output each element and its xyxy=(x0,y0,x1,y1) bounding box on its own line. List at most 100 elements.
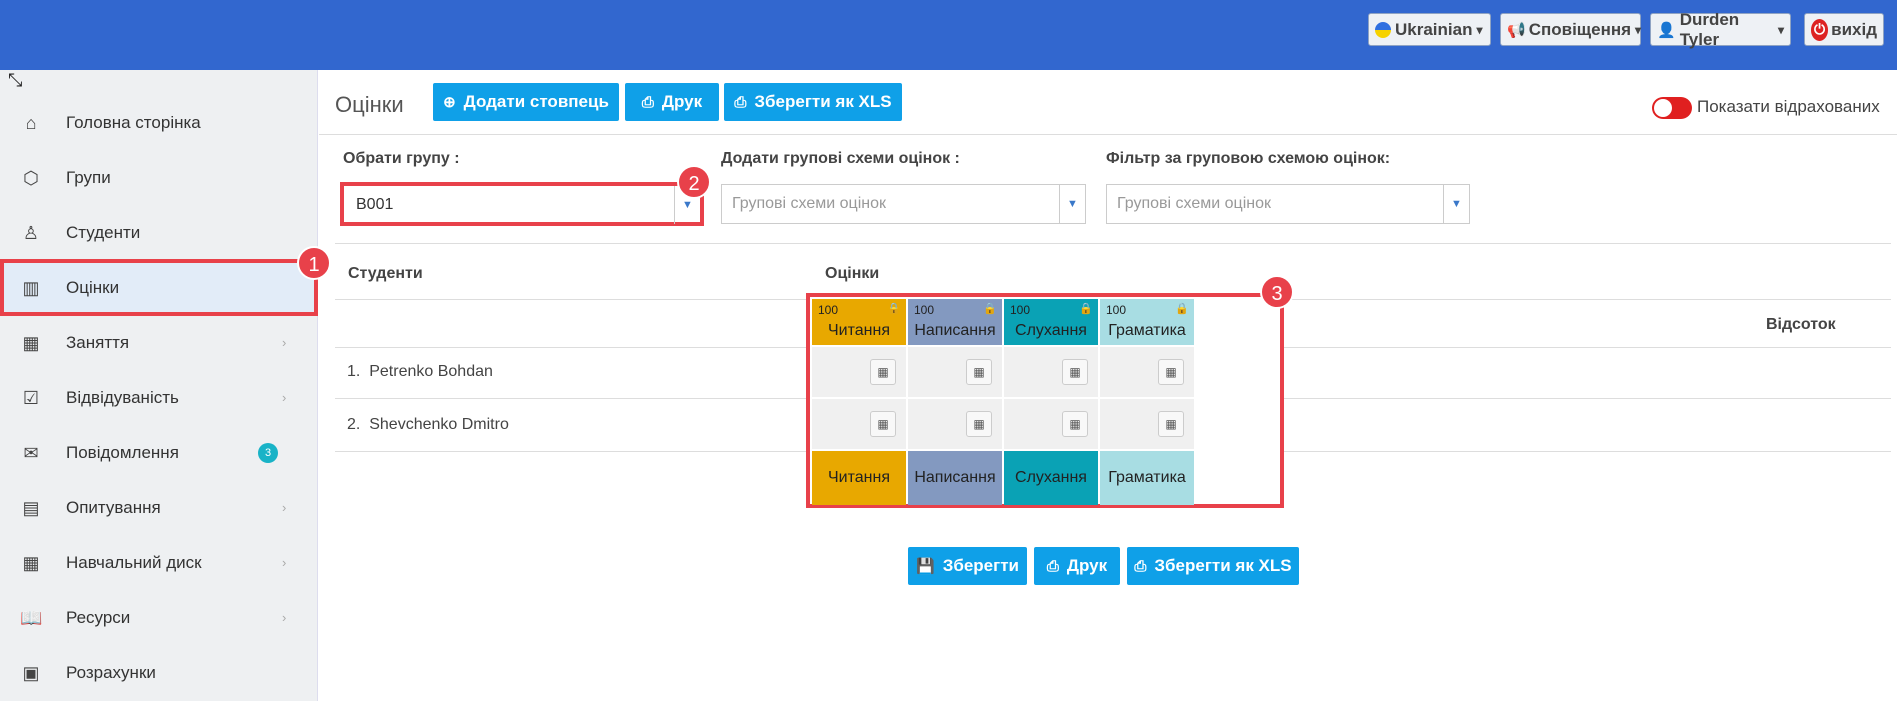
divider xyxy=(335,243,1891,244)
printer-icon: ⎙ xyxy=(1134,557,1147,575)
row-number: 1. xyxy=(347,363,361,380)
group-select[interactable]: B001 ▼ xyxy=(340,182,704,226)
checkbox-icon: ☑ xyxy=(22,387,40,408)
grade-cell[interactable]: ▦ xyxy=(1004,347,1098,398)
megaphone-icon: 📢 xyxy=(1507,21,1526,39)
notifications-dropdown[interactable]: 📢 Сповіщення ▾ xyxy=(1500,13,1641,46)
calendar-icon: ▦ xyxy=(22,552,40,573)
max-score: 100 xyxy=(1010,303,1031,317)
sidebar-item-home[interactable]: ⌂ Головна сторінка xyxy=(0,95,318,150)
chevron-right-icon: › xyxy=(282,335,287,350)
sidebar-item-grades[interactable]: ▥ Оцінки xyxy=(0,259,318,316)
grade-cell[interactable]: ▦ xyxy=(812,347,906,398)
print-bottom-label: Друк xyxy=(1066,556,1108,575)
lock-icon: 🔒 xyxy=(1079,303,1093,315)
grade-cell[interactable]: ▦ xyxy=(908,399,1002,450)
sidebar-item-resources[interactable]: 📖 Ресурси › xyxy=(0,590,318,645)
row-number: 2. xyxy=(347,416,361,433)
calendar-icon[interactable]: ▦ xyxy=(1158,359,1184,385)
sidebar-item-label: Студенти xyxy=(66,222,141,242)
select-group-label: Обрати групу : xyxy=(343,150,460,167)
main-content: Оцінки ⊕ Додати стовпець ⎙ Друк ⎙ Зберег… xyxy=(319,70,1897,701)
grade-column-header[interactable]: 100 🔒 Читання xyxy=(812,299,906,345)
add-schemes-select[interactable]: Групові схеми оцінок ▼ xyxy=(721,184,1086,224)
grade-column-footer: Читання xyxy=(812,451,906,505)
column-name: Слухання xyxy=(1015,322,1087,339)
sidebar-item-payments[interactable]: ▣ Розрахунки xyxy=(0,645,318,700)
save-button[interactable]: 💾 Зберегти xyxy=(908,547,1027,585)
show-expelled-toggle[interactable] xyxy=(1652,97,1692,119)
grade-column-header[interactable]: 100 🔒 Граматика xyxy=(1100,299,1194,345)
grade-cell[interactable]: ▦ xyxy=(1100,399,1194,450)
grade-cell[interactable]: ▦ xyxy=(812,399,906,450)
printer-icon: ⎙ xyxy=(734,93,747,111)
sidebar-item-label: Відвідуваність xyxy=(66,387,179,407)
chevron-down-icon: ▾ xyxy=(1476,22,1483,37)
save-xls-label: Зберегти як XLS xyxy=(754,92,892,111)
money-icon: ▣ xyxy=(22,662,40,683)
open-book-icon: 📖 xyxy=(20,607,43,628)
max-score: 100 xyxy=(1106,303,1127,317)
top-bar: Ukrainian ▾ 📢 Сповіщення ▾ 👤 Durden Tyle… xyxy=(0,0,1897,70)
sidebar-item-surveys[interactable]: ▤ Опитування › xyxy=(0,480,318,535)
divider xyxy=(319,134,1897,135)
grade-cell[interactable]: ▦ xyxy=(1004,399,1098,450)
print-button[interactable]: ⎙ Друк xyxy=(625,83,719,121)
add-schemes-label: Додати групові схеми оцінок : xyxy=(721,150,960,167)
grade-column-header[interactable]: 100 🔒 Написання xyxy=(908,299,1002,345)
table-row: 2. Shevchenko Dmitro xyxy=(347,416,509,434)
messages-count-badge: 3 xyxy=(258,442,278,463)
chevron-right-icon: › xyxy=(282,500,287,515)
save-label: Зберегти xyxy=(942,556,1019,575)
home-icon: ⌂ xyxy=(25,112,37,133)
chevron-down-icon: ▾ xyxy=(1635,22,1642,37)
lock-icon: 🔒 xyxy=(887,303,901,315)
max-score: 100 xyxy=(914,303,935,317)
ukraine-flag-icon xyxy=(1375,21,1391,38)
show-expelled-label: Показати відрахованих xyxy=(1697,97,1880,116)
calendar-icon[interactable]: ▦ xyxy=(1158,411,1184,437)
sidebar-item-groups[interactable]: ⬡ Групи xyxy=(0,150,318,205)
notifications-label: Сповіщення xyxy=(1528,19,1632,39)
collapse-icon[interactable]: ⤡ xyxy=(8,70,22,91)
sidebar-item-messages[interactable]: ✉ Повідомлення 3 xyxy=(0,425,318,480)
save-xls-button[interactable]: ⎙ Зберегти як XLS xyxy=(724,83,902,121)
sidebar: ⤡ ⌂ Головна сторінка ⬡ Групи ♙ Студенти … xyxy=(0,70,331,701)
students-header: Студенти xyxy=(348,265,423,282)
annotation-marker-3: 3 xyxy=(1260,275,1294,309)
calendar-icon[interactable]: ▦ xyxy=(870,411,896,437)
language-dropdown[interactable]: Ukrainian ▾ xyxy=(1368,13,1491,46)
grade-column-footer: Граматика xyxy=(1100,451,1194,505)
grades-header: Оцінки xyxy=(825,265,880,282)
calendar-icon[interactable]: ▦ xyxy=(1062,411,1088,437)
calendar-icon[interactable]: ▦ xyxy=(966,411,992,437)
calendar-icon[interactable]: ▦ xyxy=(870,359,896,385)
save-xls-bottom-button[interactable]: ⎙ Зберегти як XLS xyxy=(1127,547,1299,585)
sidebar-item-lessons[interactable]: ▦ Заняття › xyxy=(0,315,318,370)
grade-column-header[interactable]: 100 🔒 Слухання xyxy=(1004,299,1098,345)
sidebar-item-label: Головна сторінка xyxy=(66,112,201,132)
user-icon: ♙ xyxy=(22,222,40,243)
grades-grid: 100 🔒 Читання ▦ ▦ Читання 100 🔒 Написанн… xyxy=(806,293,1284,508)
calendar-icon[interactable]: ▦ xyxy=(1062,359,1088,385)
sidebar-item-label: Розрахунки xyxy=(66,662,156,682)
user-dropdown[interactable]: 👤 Durden Tyler ▾ xyxy=(1650,10,1791,49)
filter-schemes-select[interactable]: Групові схеми оцінок ▼ xyxy=(1106,184,1470,224)
grade-cell[interactable]: ▦ xyxy=(908,347,1002,398)
chevron-right-icon: › xyxy=(282,555,287,570)
sidebar-item-label: Ресурси xyxy=(66,607,131,627)
sidebar-item-learning-disk[interactable]: ▦ Навчальний диск › xyxy=(0,535,318,590)
print-bottom-button[interactable]: ⎙ Друк xyxy=(1034,547,1120,585)
printer-icon: ⎙ xyxy=(1046,557,1059,575)
sidebar-item-attendance[interactable]: ☑ Відвідуваність › xyxy=(0,370,318,425)
logout-button[interactable]: ⏻ вихід xyxy=(1804,13,1884,46)
grade-cell[interactable]: ▦ xyxy=(1100,347,1194,398)
sidebar-item-label: Навчальний диск xyxy=(66,552,202,572)
max-score: 100 xyxy=(818,303,839,317)
column-name: Граматика xyxy=(1108,322,1186,339)
calendar-icon[interactable]: ▦ xyxy=(966,359,992,385)
column-name: Написання xyxy=(914,322,996,339)
sidebar-item-students[interactable]: ♙ Студенти xyxy=(0,205,318,260)
printer-icon: ⎙ xyxy=(641,93,654,111)
add-column-button[interactable]: ⊕ Додати стовпець xyxy=(433,83,619,121)
